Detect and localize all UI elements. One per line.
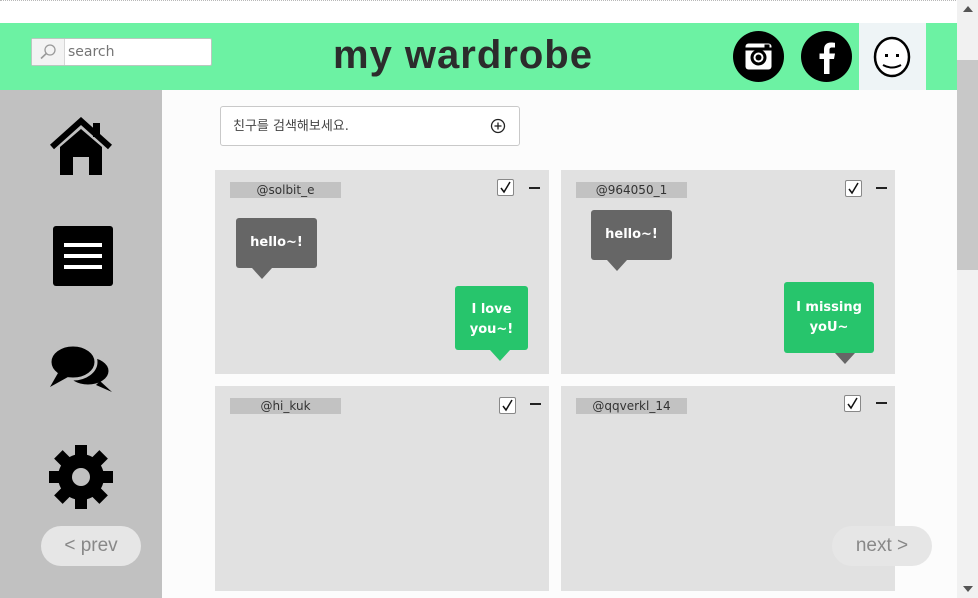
search-box[interactable]	[31, 38, 212, 66]
minus-icon[interactable]	[876, 187, 887, 189]
message-bubble-received: hello~!	[236, 218, 317, 268]
chat-card[interactable]: @964050_1 hello~! I missing yoU~	[561, 170, 895, 374]
scroll-up-icon[interactable]	[963, 6, 973, 12]
checkbox[interactable]	[845, 180, 862, 197]
bubble-tail	[607, 260, 627, 271]
instagram-icon[interactable]	[733, 31, 784, 82]
minus-icon[interactable]	[530, 403, 541, 405]
bubble-tail	[252, 268, 272, 279]
message-bubble-sent: I missing yoU~	[784, 282, 874, 353]
chat-icon[interactable]	[48, 341, 114, 399]
header-bar: my wardrobe	[0, 23, 957, 90]
chat-card[interactable]: @solbit_e hello~! I love you~!	[215, 170, 549, 374]
top-border	[0, 0, 960, 1]
checkmark-icon	[500, 181, 511, 194]
search-input[interactable]	[68, 42, 204, 62]
chat-card[interactable]: @hi_kuk	[215, 386, 549, 591]
checkmark-icon	[848, 182, 859, 195]
friend-handle: @964050_1	[576, 182, 687, 198]
gear-icon[interactable]	[48, 444, 114, 514]
checkbox[interactable]	[844, 395, 861, 412]
facebook-icon[interactable]	[801, 31, 852, 82]
avatar[interactable]	[859, 23, 926, 90]
page-title: my wardrobe	[333, 33, 593, 77]
message-bubble-sent: I love you~!	[455, 286, 528, 350]
add-friend-icon[interactable]	[490, 118, 506, 134]
checkmark-icon	[847, 397, 858, 410]
bubble-tail	[490, 350, 510, 361]
friend-search-input[interactable]	[233, 117, 483, 135]
search-icon[interactable]	[32, 39, 65, 65]
minus-icon[interactable]	[876, 402, 887, 404]
friend-handle: @hi_kuk	[230, 398, 341, 414]
scroll-down-icon[interactable]	[963, 586, 973, 592]
prev-button[interactable]: < prev	[41, 526, 141, 566]
checkbox[interactable]	[497, 179, 514, 196]
menu-icon[interactable]	[53, 226, 113, 290]
next-button[interactable]: next >	[832, 526, 932, 566]
scrollbar-thumb[interactable]	[957, 60, 978, 270]
friend-handle: @qqverkl_14	[576, 398, 687, 414]
bubble-tail	[835, 353, 855, 364]
smiley-face-icon	[873, 36, 911, 78]
minus-icon[interactable]	[529, 187, 540, 189]
friend-handle: @solbit_e	[230, 182, 341, 198]
checkmark-icon	[502, 399, 513, 412]
friend-search-box[interactable]	[220, 106, 520, 146]
checkbox[interactable]	[499, 397, 516, 414]
message-bubble-received: hello~!	[591, 210, 672, 260]
home-icon[interactable]	[48, 116, 114, 181]
